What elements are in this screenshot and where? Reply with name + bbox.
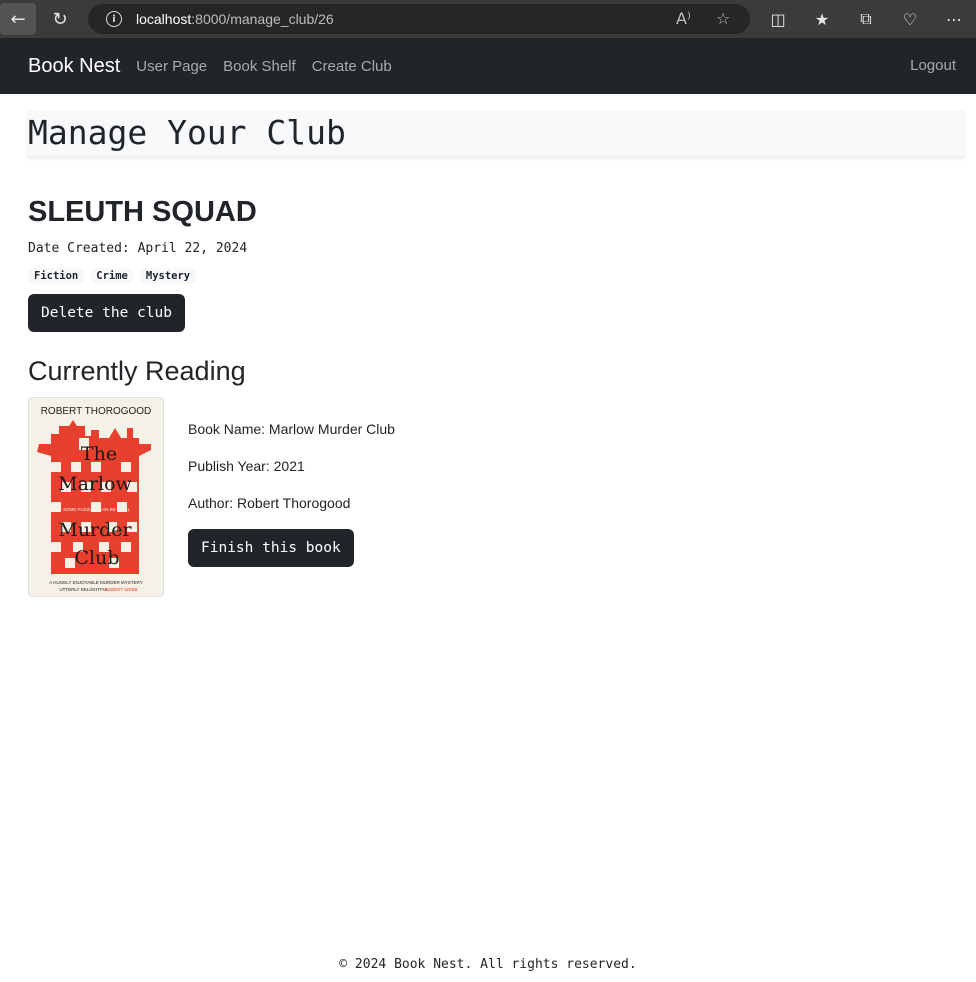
cover-blurb: A HUGELY ENJOYABLE MURDER MYSTERY [49,580,142,585]
refresh-icon[interactable]: ↻ [42,3,78,35]
book-info: Book Name: Marlow Murder Club Publish Ye… [188,421,395,532]
book-author: Author: Robert Thorogood [188,495,351,511]
finish-book-button[interactable]: Finish this book [188,529,354,567]
footer-copyright: © 2024 Book Nest. All rights reserved. [339,957,637,972]
currently-reading-heading: Currently Reading [28,356,246,386]
club-name: SLEUTH SQUAD [28,196,257,228]
book-cover-art: ROBERT THOROGOOD The Marlow Murder Club … [29,398,163,596]
cover-blurb-name: ROBERT WEBB [104,587,137,592]
delete-club-button[interactable]: Delete the club [28,294,185,332]
cover-title-word-4: Club [74,547,119,569]
favorites-icon[interactable]: ★ [800,3,844,35]
nav-link-create-club[interactable]: Create Club [312,58,392,75]
browser-toolbar: ← ↻ i localhost:8000/manage_club/26 A⁾ ☆… [0,0,976,38]
cover-author-text: ROBERT THOROGOOD [41,406,152,417]
tag-mystery: Mystery [139,268,197,284]
favorite-star-icon[interactable]: ☆ [716,9,730,28]
collections-icon[interactable]: ⧉ [844,3,888,35]
tag-fiction: Fiction [28,268,85,284]
split-screen-icon[interactable]: ◫ [756,3,800,35]
publish-year: Publish Year: 2021 [188,458,305,474]
info-icon[interactable]: i [106,11,122,27]
page-header: Manage Your Club [28,110,964,156]
read-aloud-icon[interactable]: A⁾ [676,9,691,28]
nav-link-user-page[interactable]: User Page [136,58,207,75]
date-created: Date Created: April 22, 2024 [28,241,248,256]
tag-crime: Crime [90,268,134,284]
cover-blurb-2: UTTERLY DELIGHTFUL [59,587,109,592]
site-navbar: Book Nest User Page Book Shelf Create Cl… [0,38,976,94]
nav-link-book-shelf[interactable]: Book Shelf [223,58,296,75]
cover-title-word-1: The [81,443,117,465]
cover-tagline: SOME PUZZLES CAN BE FATAL [63,507,131,512]
genre-tags: Fiction Crime Mystery [28,268,197,284]
back-arrow-icon[interactable]: ← [0,3,36,35]
book-cover-image: ROBERT THOROGOOD The Marlow Murder Club … [28,397,164,597]
health-icon[interactable]: ♡ [888,3,932,35]
page-title: Manage Your Club [28,113,346,152]
book-name: Book Name: Marlow Murder Club [188,421,395,437]
url-text: localhost:8000/manage_club/26 [136,11,334,27]
more-icon[interactable]: ⋯ [932,3,976,35]
address-bar[interactable]: i localhost:8000/manage_club/26 A⁾ ☆ [88,4,750,34]
cover-title-word-2: Marlow [58,473,132,495]
cover-title-word-3: Murder [58,519,132,541]
brand-link[interactable]: Book Nest [28,55,120,78]
logout-link[interactable]: Logout [910,57,956,74]
